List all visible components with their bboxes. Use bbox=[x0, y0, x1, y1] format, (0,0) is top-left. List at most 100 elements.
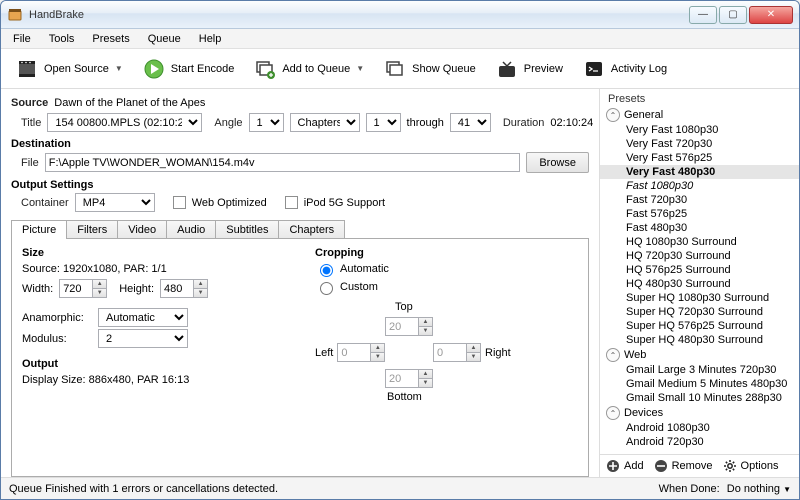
preset-item[interactable]: Very Fast 720p30 bbox=[600, 137, 799, 151]
titlebar[interactable]: HandBrake ― ▢ ✕ bbox=[1, 1, 799, 29]
chevron-down-icon: ▼ bbox=[115, 64, 123, 73]
preset-item[interactable]: Very Fast 1080p30 bbox=[600, 123, 799, 137]
preview-button[interactable]: Preview bbox=[489, 54, 570, 84]
angle-label: Angle bbox=[214, 117, 242, 129]
body: Source Dawn of the Planet of the Apes Ti… bbox=[1, 89, 799, 477]
menu-queue[interactable]: Queue bbox=[140, 31, 189, 47]
preset-item[interactable]: Fast 480p30 bbox=[600, 221, 799, 235]
preset-item[interactable]: Gmail Medium 5 Minutes 480p30 bbox=[600, 377, 799, 391]
preset-item[interactable]: HQ 720p30 Surround bbox=[600, 249, 799, 263]
when-done: When Done: Do nothing ▼ bbox=[659, 483, 791, 495]
menu-help[interactable]: Help bbox=[191, 31, 230, 47]
preset-item[interactable]: Super HQ 480p30 Surround bbox=[600, 333, 799, 347]
preset-options-button[interactable]: Options bbox=[723, 459, 779, 473]
tab-chapters[interactable]: Chapters bbox=[278, 220, 345, 239]
preset-item[interactable]: Android 1080p30 bbox=[600, 421, 799, 435]
web-optimized-checkbox[interactable] bbox=[173, 196, 186, 209]
crop-custom-radio[interactable] bbox=[320, 282, 333, 295]
film-icon bbox=[16, 58, 38, 80]
preset-list[interactable]: ⌃ General Very Fast 1080p30Very Fast 720p3… bbox=[600, 105, 799, 454]
menu-tools[interactable]: Tools bbox=[41, 31, 83, 47]
add-to-queue-button[interactable]: Add to Queue ▼ bbox=[247, 54, 371, 84]
chapter-from-select[interactable]: 1 bbox=[366, 113, 401, 132]
container-select[interactable]: MP4 bbox=[75, 193, 155, 212]
chevron-collapse-icon[interactable]: ⌃ bbox=[606, 406, 620, 420]
preset-item[interactable]: Fast 1080p30 bbox=[600, 179, 799, 193]
web-optimized-label: Web Optimized bbox=[192, 197, 267, 209]
preset-item[interactable]: HQ 480p30 Surround bbox=[600, 277, 799, 291]
ipod-checkbox[interactable] bbox=[285, 196, 298, 209]
anamorphic-label: Anamorphic: bbox=[22, 312, 92, 324]
chapter-to-select[interactable]: 41 bbox=[450, 113, 491, 132]
output-info: Display Size: 886x480, PAR 16:13 bbox=[22, 374, 285, 386]
anamorphic-select[interactable]: Automatic bbox=[98, 308, 188, 327]
crop-bottom-stepper[interactable]: ▲▼ bbox=[385, 369, 433, 388]
preset-item[interactable]: Super HQ 576p25 Surround bbox=[600, 319, 799, 333]
start-encode-button[interactable]: Start Encode bbox=[136, 54, 242, 84]
activity-log-button[interactable]: Activity Log bbox=[576, 54, 674, 84]
close-button[interactable]: ✕ bbox=[749, 6, 793, 24]
presets-footer: Add Remove Options bbox=[600, 454, 799, 477]
crop-top-stepper[interactable]: ▲▼ bbox=[385, 317, 433, 336]
preset-item[interactable]: HQ 1080p30 Surround bbox=[600, 235, 799, 249]
width-stepper[interactable]: ▲▼ bbox=[59, 279, 107, 298]
source-name: Dawn of the Planet of the Apes bbox=[54, 97, 205, 109]
minimize-button[interactable]: ― bbox=[689, 6, 717, 24]
tab-picture[interactable]: Picture bbox=[11, 220, 67, 239]
preset-category[interactable]: Web bbox=[624, 349, 646, 361]
crop-right-stepper[interactable]: ▲▼ bbox=[433, 343, 481, 362]
show-queue-button[interactable]: Show Queue bbox=[377, 54, 483, 84]
tab-subtitles[interactable]: Subtitles bbox=[215, 220, 279, 239]
crop-left-stepper[interactable]: ▲▼ bbox=[337, 343, 385, 362]
window-title: HandBrake bbox=[29, 9, 689, 21]
queue-icon bbox=[384, 58, 406, 80]
queue-add-icon bbox=[254, 58, 276, 80]
preset-item[interactable]: Very Fast 480p30 bbox=[600, 165, 799, 179]
preset-remove-button[interactable]: Remove bbox=[654, 459, 713, 473]
preset-item[interactable]: Android 720p30 bbox=[600, 435, 799, 449]
preset-item[interactable]: Very Fast 576p25 bbox=[600, 151, 799, 165]
preset-category[interactable]: Devices bbox=[624, 407, 663, 419]
cropping-column: Cropping Automatic Custom Top ▲▼ Left▲▼ … bbox=[315, 247, 578, 411]
statusbar: Queue Finished with 1 errors or cancella… bbox=[1, 477, 799, 499]
angle-select[interactable]: 1 bbox=[249, 113, 284, 132]
source-info: Source: 1920x1080, PAR: 1/1 bbox=[22, 263, 285, 275]
height-stepper[interactable]: ▲▼ bbox=[160, 279, 208, 298]
chevron-down-icon: ▼ bbox=[356, 64, 364, 73]
menu-presets[interactable]: Presets bbox=[84, 31, 137, 47]
preset-item[interactable]: Fast 576p25 bbox=[600, 207, 799, 221]
height-label: Height: bbox=[119, 283, 154, 295]
chevron-collapse-icon[interactable]: ⌃ bbox=[606, 348, 620, 362]
modulus-select[interactable]: 2 bbox=[98, 329, 188, 348]
tab-filters[interactable]: Filters bbox=[66, 220, 118, 239]
menu-file[interactable]: File bbox=[5, 31, 39, 47]
range-type-select[interactable]: Chapters bbox=[290, 113, 360, 132]
app-icon bbox=[7, 7, 23, 23]
preset-item[interactable]: HQ 576p25 Surround bbox=[600, 263, 799, 277]
width-label: Width: bbox=[22, 283, 53, 295]
tv-icon bbox=[496, 58, 518, 80]
preset-item[interactable]: Gmail Large 3 Minutes 720p30 bbox=[600, 363, 799, 377]
tab-video[interactable]: Video bbox=[117, 220, 167, 239]
preset-add-button[interactable]: Add bbox=[606, 459, 644, 473]
title-select[interactable]: 154 00800.MPLS (02:10:24) bbox=[47, 113, 202, 132]
size-column: Size Source: 1920x1080, PAR: 1/1 Width: … bbox=[22, 247, 285, 411]
ipod-label: iPod 5G Support bbox=[304, 197, 385, 209]
preset-item[interactable]: Super HQ 1080p30 Surround bbox=[600, 291, 799, 305]
preset-category[interactable]: General bbox=[624, 109, 663, 121]
preset-item[interactable]: Gmail Small 10 Minutes 288p30 bbox=[600, 391, 799, 405]
preset-item[interactable]: Super HQ 720p30 Surround bbox=[600, 305, 799, 319]
file-input[interactable] bbox=[45, 153, 521, 172]
modulus-label: Modulus: bbox=[22, 333, 92, 345]
when-done-value[interactable]: Do nothing ▼ bbox=[727, 483, 791, 495]
presets-sidebar: Presets ⌃GeneralVery Fast 1080p30Very Fa… bbox=[599, 89, 799, 477]
preset-item[interactable]: Fast 720p30 bbox=[600, 193, 799, 207]
maximize-button[interactable]: ▢ bbox=[719, 6, 747, 24]
menubar: File Tools Presets Queue Help bbox=[1, 29, 799, 49]
browse-button[interactable]: Browse bbox=[526, 152, 589, 173]
through-label: through bbox=[407, 117, 444, 129]
crop-automatic-radio[interactable] bbox=[320, 264, 333, 277]
tab-audio[interactable]: Audio bbox=[166, 220, 216, 239]
chevron-collapse-icon[interactable]: ⌃ bbox=[606, 108, 620, 122]
open-source-button[interactable]: Open Source ▼ bbox=[9, 54, 130, 84]
